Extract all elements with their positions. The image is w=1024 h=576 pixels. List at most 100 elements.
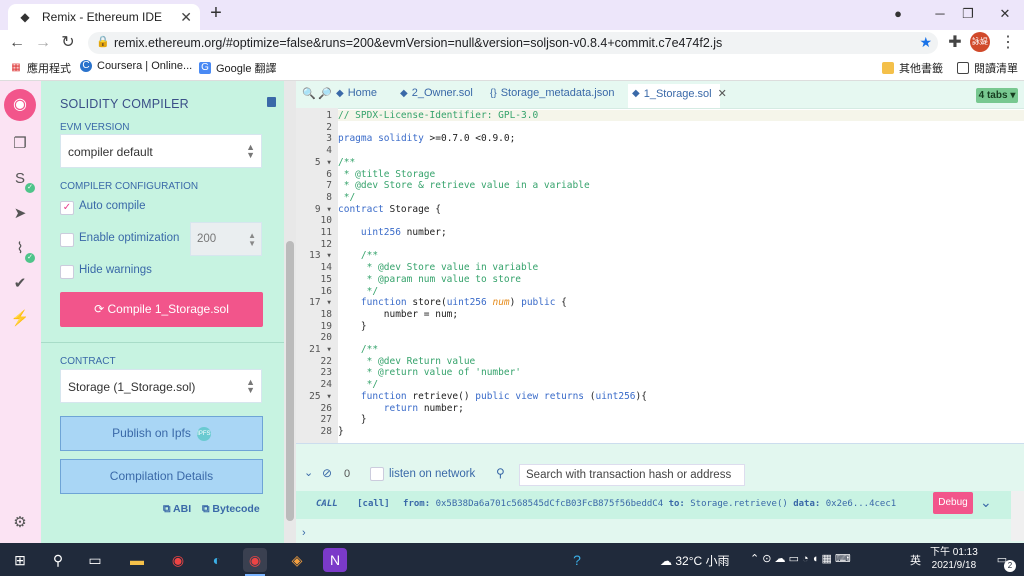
contract-value: Storage (1_Storage.sol) (68, 380, 196, 394)
tab-2-owner[interactable]: ◆ 2_Owner.sol (400, 87, 473, 99)
optimization-runs-input[interactable]: 200 ▲ ▼ (190, 222, 262, 256)
onenote-taskbar-icon[interactable]: N (323, 548, 347, 572)
weather-widget[interactable]: ☁ 32°C 小雨 (660, 552, 730, 569)
contract-label: CONTRACT (60, 356, 116, 367)
code-line: */ (338, 379, 379, 391)
help-taskbar-icon[interactable]: ? (565, 548, 589, 572)
edge-taskbar-icon[interactable]: ◐ (205, 548, 229, 572)
line-number: 13 ▾ (309, 250, 332, 262)
bookmark-coursera[interactable]: C Coursera | Online... (80, 60, 192, 72)
pending-tx-count: 0 (344, 468, 351, 480)
line-number: 27 (320, 414, 332, 426)
tab-home[interactable]: ◆ Home (336, 87, 377, 99)
forward-icon[interactable]: → (33, 33, 53, 53)
publish-ipfs-button[interactable]: Publish on Ipfs IPFS (60, 416, 263, 451)
line-number: 16 (320, 285, 332, 297)
windows-start-icon[interactable]: ⊞ (8, 548, 32, 572)
auto-compile-checkbox[interactable]: ✓ (60, 201, 74, 215)
contract-select[interactable]: Storage (1_Storage.sol) ▲ ▼ (60, 369, 262, 403)
expand-log-icon[interactable]: ⌄ (980, 494, 992, 511)
bookmark-google-translate[interactable]: G Google 翻譯 (199, 60, 277, 76)
tray-icons[interactable]: ⌃ ⊙ ☁ ▭ ◔ ◖ ▦ ⌨ (750, 552, 851, 565)
log-call: [call] (357, 499, 390, 509)
profile-dropdown-icon[interactable]: ● (886, 4, 910, 24)
scrollbar-thumb[interactable] (286, 241, 294, 521)
browser-tab[interactable]: ◆ Remix - Ethereum IDE ✕ (8, 4, 200, 30)
line-number: 9 ▾ (314, 203, 332, 215)
code-area[interactable]: // SPDX-License-Identifier: GPL-3.0 pragm… (338, 108, 1024, 443)
compile-button[interactable]: ⟳ Compile 1_Storage.sol (60, 292, 263, 327)
side-panel-scrollbar[interactable] (284, 81, 296, 543)
task-view-icon[interactable]: ▭ (83, 548, 107, 572)
close-tab-icon[interactable]: ✕ (180, 9, 192, 26)
zoom-out-icon[interactable]: 🔍 (302, 87, 316, 100)
compiler-side-panel: SOLIDITY COMPILER EVM VERSION compiler d… (41, 81, 284, 543)
bookmark-star-icon[interactable]: ★ (919, 34, 932, 51)
extensions-icon[interactable]: ✚ (945, 33, 965, 53)
restore-window-button[interactable]: ❐ (956, 4, 980, 24)
remix-logo-icon[interactable]: ◉ (4, 89, 36, 121)
line-number: 28 (320, 425, 332, 437)
select-arrows-icon: ▲ ▼ (246, 377, 255, 395)
tab-label: 2_Owner.sol (411, 87, 473, 99)
notification-center-icon[interactable]: ▭ 2 (990, 548, 1016, 572)
copy-bytecode-button[interactable]: ⧉ Bytecode (202, 503, 260, 516)
weather-text: 32°C 小雨 (675, 554, 730, 568)
new-tab-button[interactable]: + (206, 3, 226, 24)
line-number: 22 (320, 355, 332, 367)
terminal-prompt-icon[interactable]: › (302, 527, 306, 539)
avatar[interactable]: 詠媞 (970, 32, 990, 52)
minimize-window-button[interactable]: ─ (928, 4, 952, 24)
copy-icon: ⧉ (163, 503, 174, 515)
zoom-in-icon[interactable]: 🔎 (318, 87, 332, 100)
ime-indicator[interactable]: 英 (910, 552, 921, 568)
menu-icon[interactable]: ⋮ (998, 33, 1018, 53)
reload-icon[interactable]: ↻ (58, 33, 78, 53)
clear-console-icon[interactable]: ⊘ (322, 466, 332, 480)
back-icon[interactable]: ← (7, 33, 27, 53)
folder-icon (882, 62, 894, 74)
debug-button[interactable]: Debug (933, 492, 973, 514)
copy-abi-button[interactable]: ⧉ ABI (163, 503, 191, 516)
evm-version-select[interactable]: compiler default ▲ ▼ (60, 134, 262, 168)
close-window-button[interactable]: ✕ (993, 4, 1017, 24)
analysis-icon[interactable]: ⌇ ✓ (10, 239, 35, 263)
code-line: pragma solidity >=0.7.0 <0.9.0; (338, 133, 516, 145)
terminal-scrollbar[interactable] (1011, 491, 1024, 541)
terminal-search-input[interactable]: Search with transaction hash or address (519, 464, 745, 486)
terminal-log-row[interactable]: CALL [call] from: 0x5B38Da6a701c568545dC… (296, 491, 1011, 519)
bookmark-other[interactable]: 其他書籤 (882, 60, 943, 76)
enable-optimization-checkbox[interactable] (60, 233, 74, 247)
bookmark-apps[interactable]: ▦ 應用程式 (10, 60, 71, 76)
tab-1-storage[interactable]: ◆ 1_Storage.sol ✕ (628, 84, 727, 108)
clock[interactable]: 下午 01:13 2021/9/18 (930, 546, 978, 572)
solidity-compiler-icon[interactable]: S ✓ (10, 169, 35, 193)
settings-gear-icon[interactable]: ⚙ (10, 513, 30, 533)
terminal-panel: ⌄ ⊘ 0 listen on network ⚲ Search with tr… (296, 443, 1024, 544)
docs-book-icon[interactable] (267, 97, 276, 107)
tabs-count-button[interactable]: 4 tabs ▾ (976, 88, 1018, 103)
solidity-file-icon: ◆ (632, 88, 640, 99)
tab-storage-metadata[interactable]: {} Storage_metadata.json (490, 87, 614, 99)
address-bar[interactable]: 🔒 remix.ethereum.org/#optimize=false&run… (88, 32, 938, 54)
reading-list[interactable]: 閱讀清單 (957, 60, 1018, 76)
chrome-taskbar-icon[interactable]: ◉ (166, 548, 190, 572)
testing-icon[interactable]: ✔ (10, 274, 30, 294)
line-number: 5 ▾ (314, 156, 332, 168)
taskbar-search-icon[interactable]: ⚲ (46, 548, 70, 572)
brave-taskbar-icon[interactable]: ◈ (285, 548, 309, 572)
chrome-active-taskbar-icon[interactable]: ◉ (243, 548, 267, 576)
plugin-manager-icon[interactable]: ⚡ (10, 309, 30, 329)
listen-network-checkbox[interactable] (370, 467, 384, 481)
remix-home-icon: ◆ (336, 87, 344, 99)
file-explorer-taskbar-icon[interactable]: ▬ (125, 548, 149, 572)
deploy-run-icon[interactable]: ➤ (10, 204, 30, 224)
collapse-terminal-icon[interactable]: ⌄ (304, 466, 313, 479)
hide-warnings-checkbox[interactable] (60, 265, 74, 279)
json-file-icon: {} (490, 87, 497, 99)
close-tab-icon[interactable]: ✕ (718, 87, 727, 100)
file-explorer-icon[interactable]: ❐ (10, 134, 30, 154)
log-to: Storage.retrieve() (690, 499, 788, 509)
compilation-details-button[interactable]: Compilation Details (60, 459, 263, 494)
log-to-label: to: (668, 499, 685, 509)
